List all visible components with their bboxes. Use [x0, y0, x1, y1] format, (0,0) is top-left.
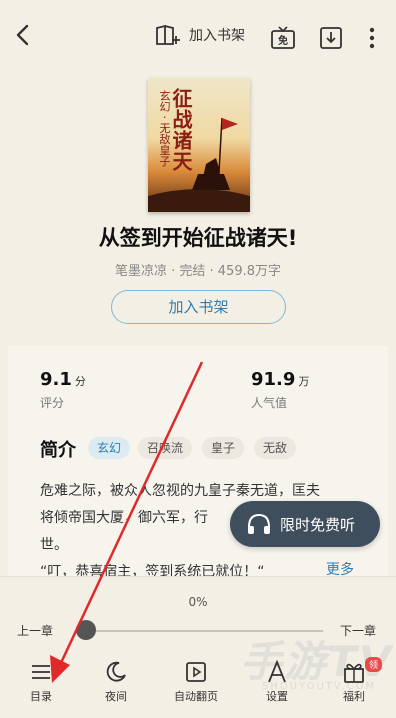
menu-night-label: 夜间: [105, 690, 127, 703]
free-listen-label: 限时免费听: [280, 515, 356, 534]
popularity-stat: 91.9 万 人气值: [251, 369, 309, 411]
font-icon: [268, 660, 286, 683]
tag-xuanhuan[interactable]: 玄幻: [88, 437, 131, 459]
play-page-icon: [186, 662, 206, 682]
progress-slider-handle[interactable]: [76, 620, 96, 640]
top-bar: 加入书架 免: [0, 0, 396, 70]
tag-invincible[interactable]: 无敌: [254, 437, 297, 459]
popularity-unit: 万: [298, 375, 310, 388]
book-cover[interactable]: 征战诸天 玄幻 · 无敌皇子: [148, 78, 250, 212]
more-options-button[interactable]: [368, 26, 376, 50]
menu-catalog[interactable]: 目录: [11, 660, 71, 704]
menu-settings[interactable]: 设置: [247, 660, 307, 704]
bottom-menu: 目录 夜间 自动翻页 设置 福利: [0, 660, 396, 717]
add-to-shelf-label: 加入书架: [189, 28, 245, 44]
menu-auto-page-label: 自动翻页: [174, 690, 218, 703]
tag-summon[interactable]: 召唤流: [138, 437, 193, 459]
back-arrow-icon[interactable]: [10, 22, 36, 48]
menu-catalog-label: 目录: [30, 690, 52, 703]
bookshelf-add-icon: [156, 24, 180, 45]
rating-unit: 分: [74, 375, 86, 388]
menu-auto-page[interactable]: 自动翻页: [166, 660, 226, 704]
rating-label: 评分: [40, 396, 65, 410]
add-to-shelf-button[interactable]: 加入书架: [111, 290, 286, 324]
progress-text: 0%: [188, 595, 208, 609]
popularity-value: 91.9: [251, 369, 296, 390]
free-tv-button[interactable]: 免: [270, 26, 296, 50]
tag-prince[interactable]: 皇子: [202, 437, 245, 459]
more-vertical-icon: [369, 27, 375, 49]
menu-settings-label: 设置: [266, 690, 288, 703]
cover-title: 征战诸天: [169, 88, 193, 172]
download-icon: [320, 27, 342, 49]
menu-welfare-label: 福利: [343, 690, 365, 703]
welfare-badge: 领: [365, 657, 383, 672]
menu-night[interactable]: 夜间: [86, 660, 146, 704]
gift-icon: [344, 663, 364, 683]
rating-value: 9.1: [40, 369, 72, 390]
list-icon: [32, 665, 50, 679]
intro-heading: 简介: [40, 440, 76, 461]
prev-chapter-button[interactable]: 上一章: [17, 622, 53, 639]
free-listen-button[interactable]: 限时免费听: [230, 501, 380, 547]
add-to-shelf-top-button[interactable]: 加入书架: [155, 24, 245, 46]
popularity-label: 人气值: [251, 396, 288, 410]
moon-icon: [106, 661, 126, 682]
headphones-icon: [248, 513, 270, 534]
book-title: 从签到开始征战诸天!: [98, 226, 298, 250]
free-tv-icon: 免: [271, 26, 295, 49]
cover-subtitle: 玄幻 · 无敌皇子: [158, 90, 171, 167]
rating-stat: 9.1 分 评分: [40, 369, 86, 411]
download-button[interactable]: [319, 26, 343, 50]
free-badge-text: 免: [278, 34, 288, 47]
book-meta: 笔墨凉凉 · 完结 · 459.8万字: [114, 264, 281, 279]
